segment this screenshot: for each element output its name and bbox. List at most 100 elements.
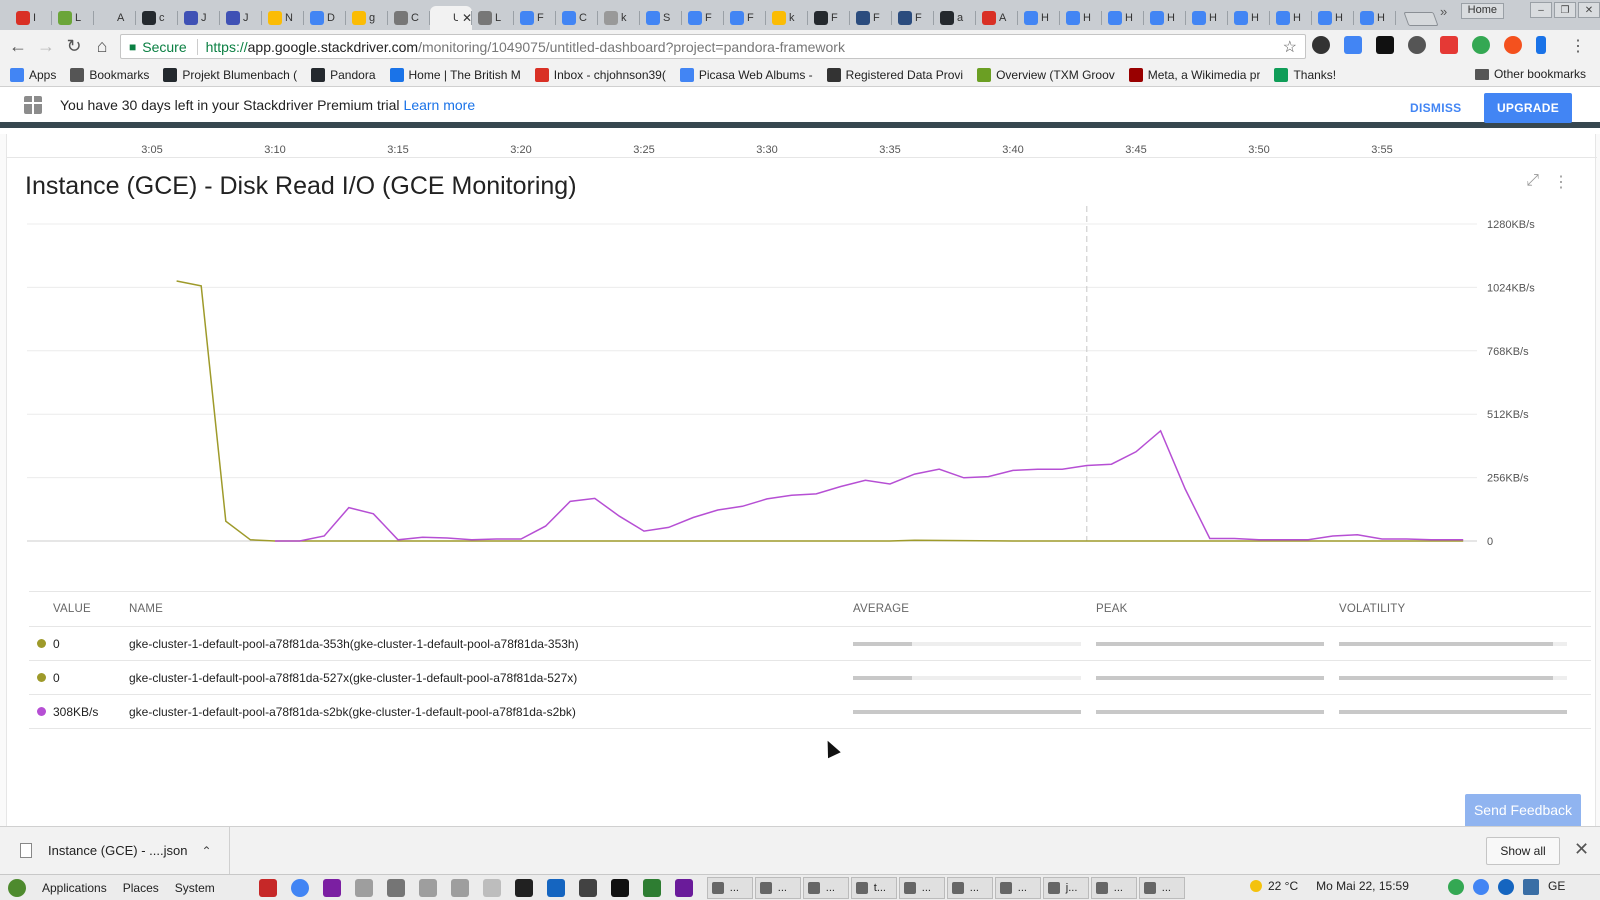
- bookmark-item[interactable]: Registered Data Provi: [826, 67, 963, 82]
- bookmark-item[interactable]: Overview (TXM Groov: [977, 67, 1115, 82]
- hangouts-extension-icon[interactable]: [1472, 36, 1490, 54]
- dolphin-icon[interactable]: [578, 878, 597, 897]
- download-item[interactable]: Instance (GCE) - ....json ⌃: [0, 826, 230, 875]
- phpstorm-icon[interactable]: [322, 878, 341, 897]
- puzzle-icon[interactable]: [674, 878, 693, 897]
- bookmark-item[interactable]: Meta, a Wikimedia pr: [1128, 67, 1260, 82]
- chevron-up-icon[interactable]: ⌃: [201, 844, 211, 858]
- upgrade-button[interactable]: UPGRADE: [1484, 93, 1572, 123]
- browser-tab[interactable]: H: [1102, 6, 1144, 30]
- cube-icon[interactable]: [642, 878, 661, 897]
- dismiss-button[interactable]: DISMISS: [1410, 101, 1461, 115]
- chrome-icon[interactable]: [290, 878, 309, 897]
- window-icon[interactable]: [354, 878, 373, 897]
- browser-tab[interactable]: F: [808, 6, 850, 30]
- browser-tab[interactable]: S: [640, 6, 682, 30]
- browser-tab[interactable]: H: [1060, 6, 1102, 30]
- taskbar-window-button[interactable]: ...: [802, 876, 849, 899]
- tampermonkey-extension-icon[interactable]: [1312, 36, 1330, 54]
- browser-tab[interactable]: F: [682, 6, 724, 30]
- notes-icon[interactable]: [482, 878, 501, 897]
- taskbar-window-button[interactable]: ...: [1138, 876, 1185, 899]
- home-window-button[interactable]: Home: [1460, 3, 1504, 19]
- browser-tab[interactable]: H: [1312, 6, 1354, 30]
- bookmark-star-icon[interactable]: ☆: [1283, 37, 1297, 57]
- browser-tab[interactable]: A: [94, 6, 136, 30]
- browser-tab[interactable]: D: [304, 6, 346, 30]
- browser-tab[interactable]: H: [1144, 6, 1186, 30]
- clock[interactable]: Mo Mai 22, 15:59: [1316, 879, 1409, 893]
- taskbar-window-button[interactable]: t...: [850, 876, 897, 899]
- browser-tab[interactable]: I: [10, 6, 52, 30]
- browser-tab[interactable]: k: [598, 6, 640, 30]
- browser-tab[interactable]: k: [766, 6, 808, 30]
- alert-extension-icon[interactable]: [1504, 36, 1522, 54]
- legend-row[interactable]: 0 gke-cluster-1-default-pool-a78f81da-353…: [29, 627, 1591, 661]
- new-tab-button[interactable]: [1403, 12, 1439, 26]
- browser-tab[interactable]: C: [388, 6, 430, 30]
- chrome-tray-icon[interactable]: [1473, 879, 1489, 895]
- home-icon[interactable]: ⌂: [88, 33, 116, 61]
- jetbrains-extension-icon[interactable]: [1376, 36, 1394, 54]
- bluetooth-icon[interactable]: [1498, 879, 1514, 895]
- collapse-icon[interactable]: ⤢: [1526, 172, 1539, 192]
- bookmark-item[interactable]: Bookmarks: [70, 67, 149, 82]
- taskbar-window-button[interactable]: ...: [706, 876, 753, 899]
- close-window-button[interactable]: ✕: [1578, 2, 1600, 18]
- drive-icon[interactable]: [418, 878, 437, 897]
- line-chart[interactable]: 1280KB/s 1024KB/s 768KB/s 512KB/s 256KB/s 0: [7, 194, 1597, 594]
- taskbar-window-button[interactable]: j...: [1042, 876, 1089, 899]
- name-column-header[interactable]: NAME: [129, 603, 853, 615]
- translate-extension-icon[interactable]: [1344, 36, 1362, 54]
- back-arrow-icon[interactable]: ←: [4, 33, 32, 61]
- intellij-icon[interactable]: [546, 878, 565, 897]
- browser-tab-active[interactable]: U ✕: [430, 6, 472, 30]
- address-bar[interactable]: ■ Secure https:// app.google.stackdriver…: [120, 34, 1306, 59]
- series-line-1[interactable]: [176, 280, 1464, 542]
- keyboard-layout[interactable]: GE: [1548, 879, 1570, 895]
- more-options-icon[interactable]: ⋮: [1553, 172, 1569, 192]
- show-all-button[interactable]: Show all: [1486, 837, 1560, 865]
- places-menu[interactable]: Places: [123, 881, 159, 895]
- browser-tab[interactable]: H: [1186, 6, 1228, 30]
- browser-tab[interactable]: H: [1354, 6, 1396, 30]
- send-feedback-button[interactable]: Send Feedback: [1465, 794, 1581, 826]
- tab-close-icon[interactable]: ✕: [462, 11, 472, 25]
- cube-extension-icon[interactable]: [1440, 36, 1458, 54]
- terminal-icon[interactable]: [514, 878, 533, 897]
- weather-temperature[interactable]: 22 °C: [1268, 879, 1298, 893]
- browser-tab[interactable]: g: [346, 6, 388, 30]
- taskbar-window-button[interactable]: ...: [1090, 876, 1137, 899]
- browser-tab[interactable]: H: [1228, 6, 1270, 30]
- bookmark-item[interactable]: Picasa Web Albums -: [679, 67, 813, 82]
- taskbar-window-button[interactable]: ...: [898, 876, 945, 899]
- value-column-header[interactable]: VALUE: [53, 603, 129, 615]
- average-column-header[interactable]: AVERAGE: [853, 603, 1096, 615]
- lightning-extension-icon[interactable]: [1536, 36, 1546, 54]
- volatility-column-header[interactable]: VOLATILITY: [1339, 603, 1582, 615]
- chrome-menu-icon[interactable]: ⋮: [1570, 36, 1586, 56]
- bookmark-item[interactable]: Projekt Blumenbach (: [163, 67, 297, 82]
- browser-tab[interactable]: H: [1018, 6, 1060, 30]
- bookmark-item[interactable]: Home | The British M: [389, 67, 521, 82]
- browser-tab[interactable]: F: [892, 6, 934, 30]
- bookmark-item[interactable]: Pandora: [311, 67, 376, 82]
- legend-row[interactable]: 0 gke-cluster-1-default-pool-a78f81da-527…: [29, 661, 1591, 695]
- browser-tab[interactable]: J: [220, 6, 262, 30]
- taskbar-window-button[interactable]: ...: [754, 876, 801, 899]
- peak-column-header[interactable]: PEAK: [1096, 603, 1339, 615]
- bookmark-item[interactable]: Inbox - chjohnson39(: [534, 67, 666, 82]
- rubymine-icon[interactable]: [258, 878, 277, 897]
- network-icon[interactable]: [386, 878, 405, 897]
- bookmarks-overflow-icon[interactable]: »: [1440, 4, 1447, 19]
- disk-icon[interactable]: [450, 878, 469, 897]
- browser-tab[interactable]: C: [556, 6, 598, 30]
- legend-row[interactable]: 308KB/s gke-cluster-1-default-pool-a78f81…: [29, 695, 1591, 729]
- minimize-button[interactable]: –: [1530, 2, 1552, 18]
- maximize-button[interactable]: ❐: [1554, 2, 1576, 18]
- system-menu[interactable]: System: [175, 881, 215, 895]
- other-bookmarks[interactable]: Other bookmarks: [1474, 67, 1586, 81]
- browser-tab[interactable]: L: [52, 6, 94, 30]
- series-line-2[interactable]: [275, 429, 1464, 542]
- notification-icon[interactable]: [1448, 879, 1464, 895]
